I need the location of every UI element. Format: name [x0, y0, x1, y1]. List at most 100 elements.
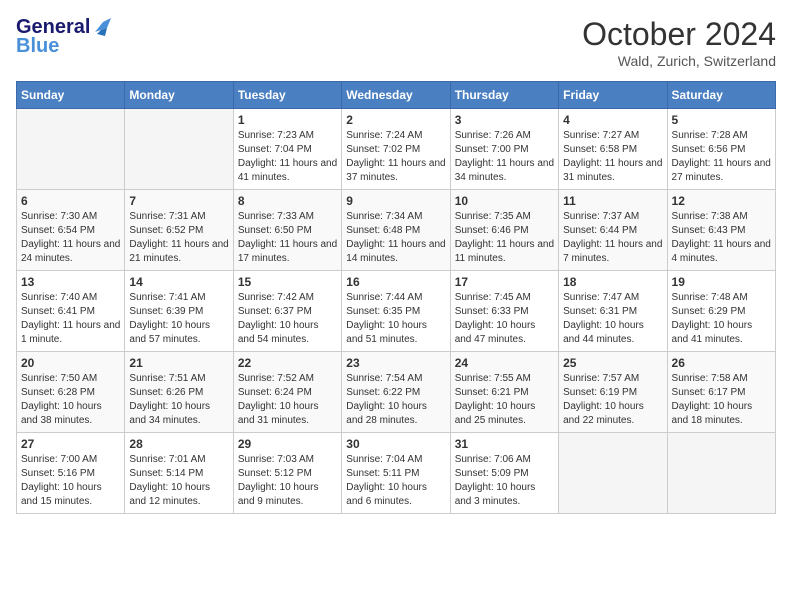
calendar-header: Sunday Monday Tuesday Wednesday Thursday… [17, 82, 776, 109]
day-number: 29 [238, 437, 337, 451]
day-info: Sunrise: 7:27 AMSunset: 6:58 PMDaylight:… [563, 129, 662, 185]
day-number: 11 [563, 194, 662, 208]
week-row-1: 1 Sunrise: 7:23 AMSunset: 7:04 PMDaylight… [17, 109, 776, 190]
day-cell-w4-d7: 26Sunrise: 7:58 AMSunset: 6:17 PMDayligh… [667, 352, 775, 433]
day-number: 18 [563, 275, 662, 289]
header-friday: Friday [559, 82, 667, 109]
day-number: 8 [238, 194, 337, 208]
week-row-4: 20 Sunrise: 7:50 AMSunset: 6:28 PMDayligh… [17, 352, 776, 433]
day-number: 6 [21, 194, 120, 208]
day-cell-w5-d2: 28Sunrise: 7:01 AMSunset: 5:14 PMDayligh… [125, 433, 233, 514]
day-cell-w5-d7 [667, 433, 775, 514]
header-row: Sunday Monday Tuesday Wednesday Thursday… [17, 82, 776, 109]
location: Wald, Zurich, Switzerland [582, 53, 776, 69]
day-info: Sunrise: 7:24 AMSunset: 7:02 PMDaylight:… [346, 129, 445, 185]
day-number: 17 [455, 275, 554, 289]
day-number: 15 [238, 275, 337, 289]
day-cell-w4-d2: 21 Sunrise: 7:51 AMSunset: 6:26 PMDayligh… [125, 352, 233, 433]
day-number: 27 [21, 437, 120, 451]
header-wednesday: Wednesday [342, 82, 450, 109]
day-number: 13 [21, 275, 120, 289]
day-cell-w1-d5: 3 Sunrise: 7:26 AMSunset: 7:00 PMDaylight… [450, 109, 558, 190]
day-cell-w1-d7: 5Sunrise: 7:28 AMSunset: 6:56 PMDaylight… [667, 109, 775, 190]
header-saturday: Saturday [667, 82, 775, 109]
calendar-body: 1 Sunrise: 7:23 AMSunset: 7:04 PMDaylight… [17, 109, 776, 514]
day-cell-w5-d5: 31Sunrise: 7:06 AMSunset: 5:09 PMDayligh… [450, 433, 558, 514]
day-cell-w2-d3: 8 Sunrise: 7:33 AMSunset: 6:50 PMDaylight… [233, 190, 341, 271]
header-sunday: Sunday [17, 82, 125, 109]
day-cell-w3-d1: 13 Sunrise: 7:40 AMSunset: 6:41 PMDayligh… [17, 271, 125, 352]
day-number: 21 [129, 356, 228, 370]
header-thursday: Thursday [450, 82, 558, 109]
day-cell-w2-d6: 11 Sunrise: 7:37 AMSunset: 6:44 PMDayligh… [559, 190, 667, 271]
day-info: Sunrise: 7:35 AMSunset: 6:46 PMDaylight:… [455, 210, 554, 266]
day-info: Sunrise: 7:42 AMSunset: 6:37 PMDaylight:… [238, 291, 337, 347]
day-number: 22 [238, 356, 337, 370]
day-cell-w4-d5: 24Sunrise: 7:55 AMSunset: 6:21 PMDayligh… [450, 352, 558, 433]
day-info: Sunrise: 7:38 AMSunset: 6:43 PMDaylight:… [672, 210, 771, 266]
day-cell-w1-d1 [17, 109, 125, 190]
day-info: Sunrise: 7:03 AMSunset: 5:12 PMDaylight:… [238, 453, 337, 509]
day-number: 10 [455, 194, 554, 208]
week-row-3: 13 Sunrise: 7:40 AMSunset: 6:41 PMDayligh… [17, 271, 776, 352]
day-number: 2 [346, 113, 445, 127]
logo-blue: Blue [16, 35, 59, 58]
day-cell-w4-d3: 22 Sunrise: 7:52 AMSunset: 6:24 PMDayligh… [233, 352, 341, 433]
day-cell-w4-d4: 23Sunrise: 7:54 AMSunset: 6:22 PMDayligh… [342, 352, 450, 433]
day-info: Sunrise: 7:01 AMSunset: 5:14 PMDaylight:… [129, 453, 228, 509]
week-row-2: 6 Sunrise: 7:30 AMSunset: 6:54 PMDaylight… [17, 190, 776, 271]
day-info: Sunrise: 7:41 AMSunset: 6:39 PMDaylight:… [129, 291, 228, 347]
calendar-table: Sunday Monday Tuesday Wednesday Thursday… [16, 81, 776, 514]
day-number: 20 [21, 356, 120, 370]
day-number: 5 [672, 113, 771, 127]
week-row-5: 27 Sunrise: 7:00 AMSunset: 5:16 PMDayligh… [17, 433, 776, 514]
day-number: 3 [455, 113, 554, 127]
day-cell-w2-d7: 12 Sunrise: 7:38 AMSunset: 6:43 PMDayligh… [667, 190, 775, 271]
page-header: General Blue October 2024 Wald, Zurich, … [16, 16, 776, 69]
day-cell-w5-d4: 30Sunrise: 7:04 AMSunset: 5:11 PMDayligh… [342, 433, 450, 514]
day-number: 16 [346, 275, 445, 289]
day-info: Sunrise: 7:51 AMSunset: 6:26 PMDaylight:… [129, 372, 228, 428]
day-info: Sunrise: 7:44 AMSunset: 6:35 PMDaylight:… [346, 291, 445, 347]
day-cell-w3-d3: 15 Sunrise: 7:42 AMSunset: 6:37 PMDayligh… [233, 271, 341, 352]
day-info: Sunrise: 7:54 AMSunset: 6:22 PMDaylight:… [346, 372, 445, 428]
logo: General Blue [16, 16, 113, 58]
day-info: Sunrise: 7:55 AMSunset: 6:21 PMDaylight:… [455, 372, 554, 428]
day-cell-w2-d5: 10 Sunrise: 7:35 AMSunset: 6:46 PMDayligh… [450, 190, 558, 271]
day-cell-w4-d6: 25 Sunrise: 7:57 AMSunset: 6:19 PMDayligh… [559, 352, 667, 433]
day-info: Sunrise: 7:34 AMSunset: 6:48 PMDaylight:… [346, 210, 445, 266]
day-info: Sunrise: 7:31 AMSunset: 6:52 PMDaylight:… [129, 210, 228, 266]
day-number: 1 [238, 113, 337, 127]
day-info: Sunrise: 7:40 AMSunset: 6:41 PMDaylight:… [21, 291, 120, 347]
day-number: 14 [129, 275, 228, 289]
day-cell-w2-d1: 6 Sunrise: 7:30 AMSunset: 6:54 PMDaylight… [17, 190, 125, 271]
day-info: Sunrise: 7:37 AMSunset: 6:44 PMDaylight:… [563, 210, 662, 266]
day-number: 7 [129, 194, 228, 208]
day-info: Sunrise: 7:26 AMSunset: 7:00 PMDaylight:… [455, 129, 554, 185]
day-cell-w3-d2: 14 Sunrise: 7:41 AMSunset: 6:39 PMDayligh… [125, 271, 233, 352]
day-info: Sunrise: 7:48 AMSunset: 6:29 PMDaylight:… [672, 291, 771, 347]
day-cell-w4-d1: 20 Sunrise: 7:50 AMSunset: 6:28 PMDayligh… [17, 352, 125, 433]
month-title: October 2024 [582, 16, 776, 53]
day-cell-w3-d4: 16 Sunrise: 7:44 AMSunset: 6:35 PMDayligh… [342, 271, 450, 352]
day-number: 26 [672, 356, 771, 370]
day-info: Sunrise: 7:52 AMSunset: 6:24 PMDaylight:… [238, 372, 337, 428]
title-area: October 2024 Wald, Zurich, Switzerland [582, 16, 776, 69]
day-number: 31 [455, 437, 554, 451]
day-cell-w3-d5: 17Sunrise: 7:45 AMSunset: 6:33 PMDayligh… [450, 271, 558, 352]
day-cell-w1-d3: 1 Sunrise: 7:23 AMSunset: 7:04 PMDaylight… [233, 109, 341, 190]
day-number: 4 [563, 113, 662, 127]
day-info: Sunrise: 7:57 AMSunset: 6:19 PMDaylight:… [563, 372, 662, 428]
day-cell-w5-d3: 29 Sunrise: 7:03 AMSunset: 5:12 PMDayligh… [233, 433, 341, 514]
day-number: 25 [563, 356, 662, 370]
day-cell-w2-d4: 9Sunrise: 7:34 AMSunset: 6:48 PMDaylight… [342, 190, 450, 271]
day-info: Sunrise: 7:47 AMSunset: 6:31 PMDaylight:… [563, 291, 662, 347]
day-info: Sunrise: 7:30 AMSunset: 6:54 PMDaylight:… [21, 210, 120, 266]
day-info: Sunrise: 7:50 AMSunset: 6:28 PMDaylight:… [21, 372, 120, 428]
day-info: Sunrise: 7:00 AMSunset: 5:16 PMDaylight:… [21, 453, 120, 509]
day-info: Sunrise: 7:23 AMSunset: 7:04 PMDaylight:… [238, 129, 337, 185]
day-info: Sunrise: 7:04 AMSunset: 5:11 PMDaylight:… [346, 453, 445, 509]
day-number: 12 [672, 194, 771, 208]
day-info: Sunrise: 7:33 AMSunset: 6:50 PMDaylight:… [238, 210, 337, 266]
header-tuesday: Tuesday [233, 82, 341, 109]
